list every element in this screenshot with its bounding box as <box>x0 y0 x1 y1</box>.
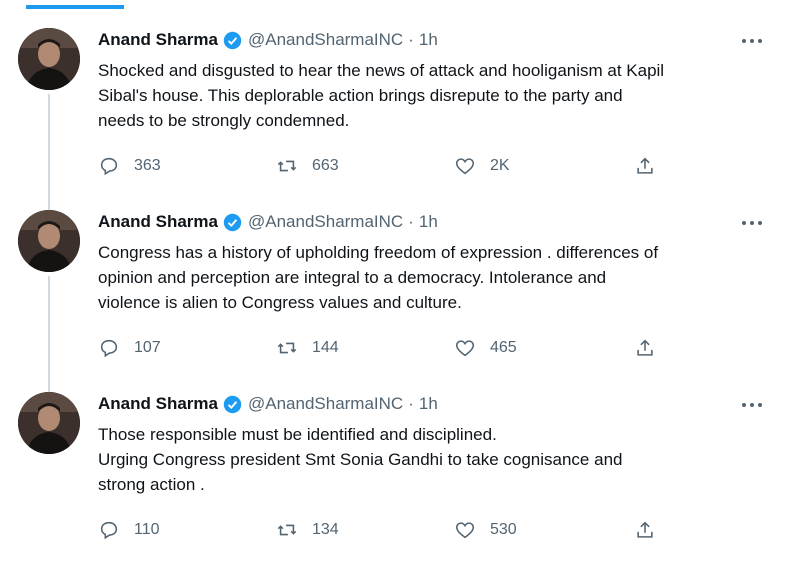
tweet-text-line: Sibal's house. This deplorable action br… <box>98 86 623 105</box>
tweet-text-line: violence is alien to Congress values and… <box>98 293 462 312</box>
retweet-icon <box>277 342 297 354</box>
separator-dot: · <box>408 212 414 231</box>
reply-count: 107 <box>134 339 161 356</box>
share-button[interactable] <box>634 518 670 542</box>
reply-count: 363 <box>134 157 161 174</box>
tweet-text-line: strong action . <box>98 475 205 494</box>
retweet-button[interactable]: 663 <box>276 154 339 178</box>
tweet-text-line: Urging Congress president Smt Sonia Gand… <box>98 450 623 469</box>
like-count: 2K <box>490 157 510 174</box>
share-icon <box>637 521 653 538</box>
thread-connector-line <box>48 276 50 398</box>
author-handle[interactable]: @AnandSharmaINC <box>248 30 403 50</box>
author-handle[interactable]: @AnandSharmaINC <box>248 394 403 414</box>
avatar[interactable] <box>18 392 80 454</box>
like-icon <box>455 340 475 357</box>
tweet[interactable]: Anand Sharma @AnandSharmaINC · 1h Those … <box>0 382 800 562</box>
like-count: 465 <box>490 339 517 356</box>
like-icon <box>455 158 475 175</box>
like-icon <box>455 522 475 539</box>
retweet-icon <box>277 524 297 536</box>
reply-count: 110 <box>134 521 160 538</box>
retweet-count: 663 <box>312 157 339 174</box>
retweet-count: 134 <box>312 521 339 538</box>
tweet-actions: 110 134 530 <box>98 518 778 542</box>
verified-badge-icon <box>223 395 242 413</box>
separator-dot: · <box>408 394 414 413</box>
separator-dot: · <box>408 30 414 49</box>
tweet[interactable]: Anand Sharma @AnandSharmaINC · 1h Congre… <box>0 200 800 398</box>
like-button[interactable]: 2K <box>454 154 510 178</box>
verified-badge-icon <box>223 213 242 231</box>
reply-icon <box>100 339 118 358</box>
more-options-icon[interactable] <box>738 32 766 50</box>
tweet-text: Shocked and disgusted to hear the news o… <box>98 58 768 133</box>
more-options-icon[interactable] <box>738 396 766 414</box>
avatar[interactable] <box>18 210 80 272</box>
author-name[interactable]: Anand Sharma <box>98 394 218 414</box>
tweet-text-line: Those responsible must be identified and… <box>98 425 497 444</box>
top-tab-bar <box>0 0 800 12</box>
retweet-button[interactable]: 144 <box>276 336 339 360</box>
avatar[interactable] <box>18 28 80 90</box>
tweet-timestamp[interactable]: 1h <box>419 30 438 50</box>
tweet-header: Anand Sharma @AnandSharmaINC · 1h <box>98 212 438 232</box>
active-tab-indicator <box>26 5 124 9</box>
tweet-text-line: needs to be strongly condemned. <box>98 111 350 130</box>
reply-button[interactable]: 107 <box>98 336 161 360</box>
tweet-header: Anand Sharma @AnandSharmaINC · 1h <box>98 30 438 50</box>
thread-connector-line <box>48 94 50 216</box>
tweet-header: Anand Sharma @AnandSharmaINC · 1h <box>98 394 438 414</box>
reply-icon <box>100 157 118 176</box>
tweet-timestamp[interactable]: 1h <box>419 394 438 414</box>
author-name[interactable]: Anand Sharma <box>98 30 218 50</box>
verified-badge-icon <box>223 31 242 49</box>
like-button[interactable]: 465 <box>454 336 517 360</box>
share-button[interactable] <box>634 154 670 178</box>
tweet-actions: 107 144 465 <box>98 336 778 360</box>
share-icon <box>637 157 653 174</box>
reply-button[interactable]: 110 <box>98 518 160 542</box>
tweet[interactable]: Anand Sharma @AnandSharmaINC · 1h Shocke… <box>0 18 800 216</box>
retweet-count: 144 <box>312 339 339 356</box>
tweet-text-line: Shocked and disgusted to hear the news o… <box>98 61 665 80</box>
reply-icon <box>100 521 118 540</box>
reply-button[interactable]: 363 <box>98 154 161 178</box>
share-button[interactable] <box>634 336 670 360</box>
retweet-button[interactable]: 134 <box>276 518 339 542</box>
author-name[interactable]: Anand Sharma <box>98 212 218 232</box>
tweet-text: Those responsible must be identified and… <box>98 422 768 497</box>
retweet-icon <box>277 160 297 172</box>
tweet-text-line: Congress has a history of upholding free… <box>98 243 659 262</box>
tweet-text-line: opinion and perception are integral to a… <box>98 268 607 287</box>
like-button[interactable]: 530 <box>454 518 517 542</box>
tweet-actions: 363 663 2K <box>98 154 778 178</box>
share-icon <box>637 339 653 356</box>
like-count: 530 <box>490 521 517 538</box>
author-handle[interactable]: @AnandSharmaINC <box>248 212 403 232</box>
tweet-text: Congress has a history of upholding free… <box>98 240 768 315</box>
tweet-timestamp[interactable]: 1h <box>419 212 438 232</box>
more-options-icon[interactable] <box>738 214 766 232</box>
